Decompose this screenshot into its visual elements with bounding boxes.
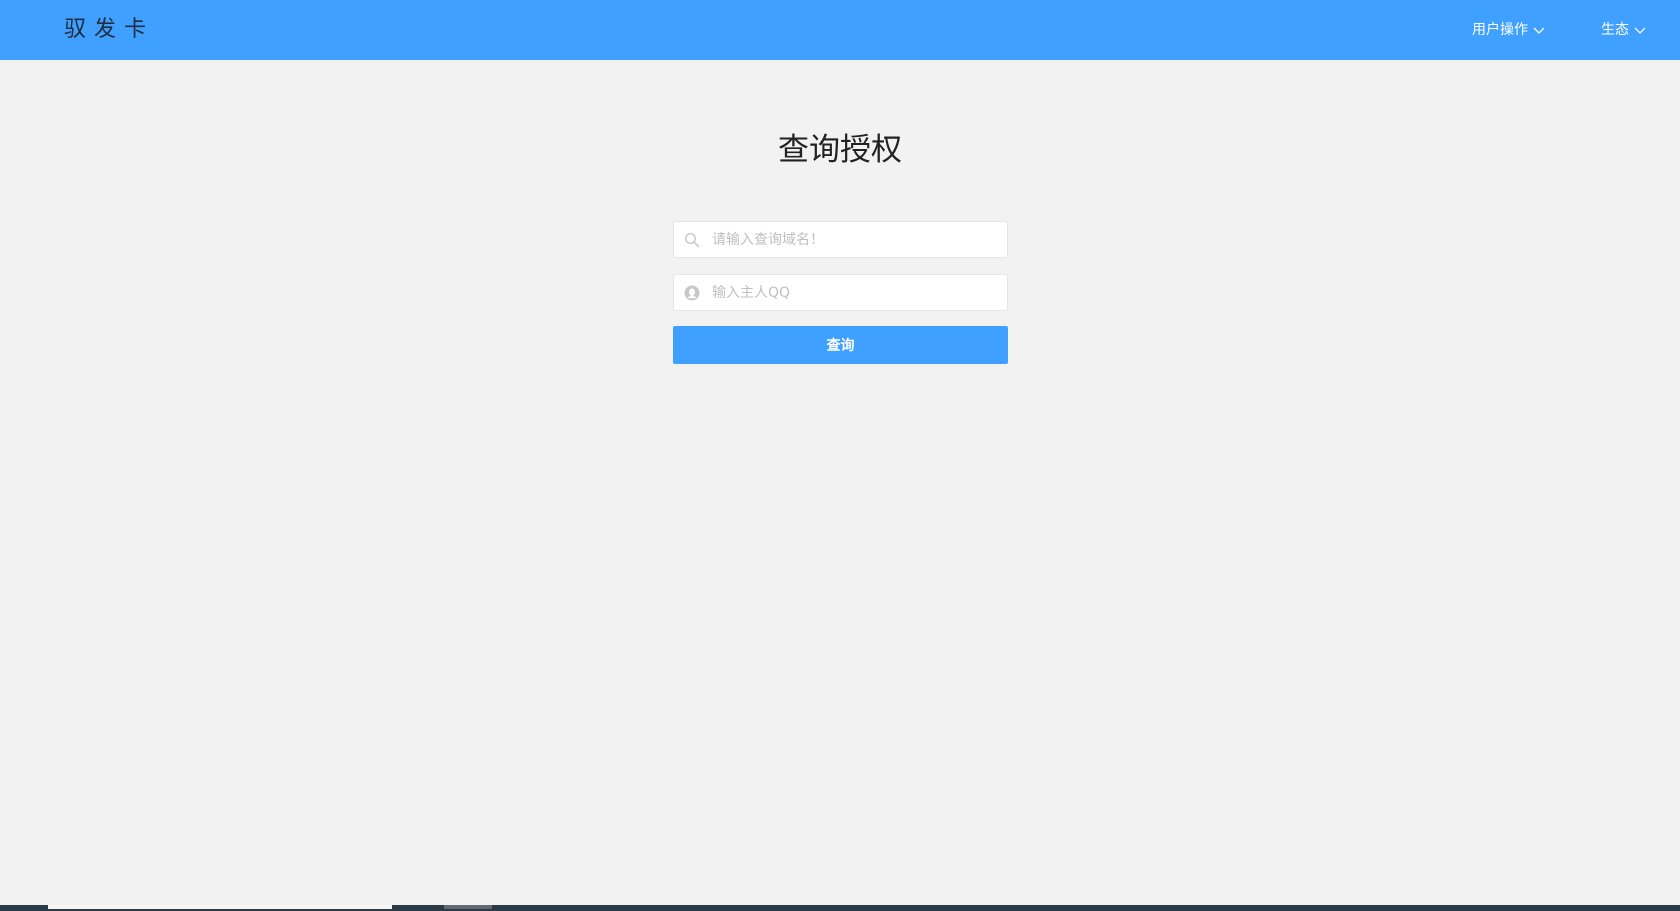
site-logo[interactable]: 驭发卡 <box>64 16 154 44</box>
qq-icon <box>684 285 700 301</box>
top-navbar: 驭发卡 用户操作 生态 <box>0 0 1680 60</box>
search-icon <box>684 232 700 248</box>
page-title: 查询授权 <box>778 132 902 168</box>
domain-field <box>673 221 1008 258</box>
nav-ecosystem-label: 生态 <box>1601 22 1629 38</box>
nav-user-operations-label: 用户操作 <box>1472 22 1528 38</box>
qq-input[interactable] <box>712 275 1002 310</box>
nav-ecosystem[interactable]: 生态 <box>1601 20 1647 40</box>
bottom-strip-segment <box>48 905 392 909</box>
chevron-down-icon <box>1634 27 1646 34</box>
nav-user-operations[interactable]: 用户操作 <box>1472 20 1546 40</box>
qq-field <box>673 274 1008 311</box>
chevron-down-icon <box>1533 27 1545 34</box>
bottom-strip-segment <box>444 905 492 909</box>
domain-input[interactable] <box>712 222 1002 257</box>
query-button[interactable]: 查询 <box>673 326 1008 364</box>
